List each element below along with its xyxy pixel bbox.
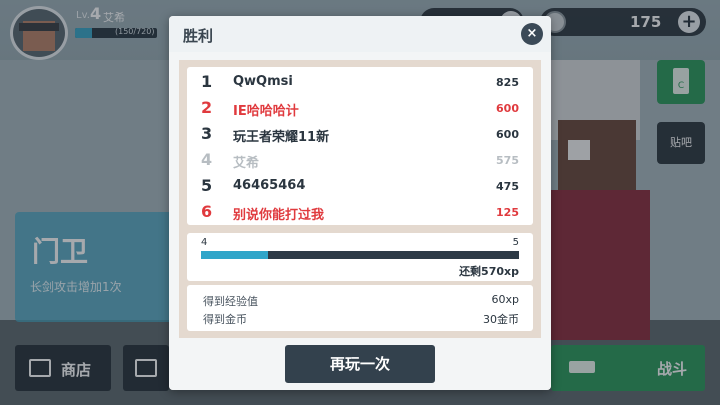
ranking-list: 1 QwQmsi 825 2 IE哈哈哈计 600 3 玩王者荣耀11新 600 4 艾希 575 5 4… <box>187 67 533 225</box>
ranking-row: 3 玩王者荣耀11新 600 <box>187 121 533 147</box>
ranking-row: 2 IE哈哈哈计 600 <box>187 95 533 121</box>
reward-label: 得到金币 <box>203 313 247 326</box>
player-score: 475 <box>496 180 519 193</box>
reward-row: 得到经验值 60xp <box>187 289 533 309</box>
ranking-row: 4 艾希 575 <box>187 147 533 173</box>
player-name: 玩王者荣耀11新 <box>233 130 330 145</box>
ranking-row: 6 别说你能打过我 125 <box>187 199 533 225</box>
rank-number: 5 <box>201 176 213 195</box>
ranking-row: 1 QwQmsi 825 <box>187 69 533 95</box>
rank-number: 1 <box>201 72 213 91</box>
reward-value: 60xp <box>491 293 520 306</box>
reward-row: 得到金币 30金币 <box>187 307 533 327</box>
dialog-header: 胜利 × <box>169 16 551 52</box>
player-name: QwQmsi <box>233 74 293 89</box>
rewards-box: 得到经验值 60xp 得到金币 30金币 <box>187 285 533 331</box>
current-level: 4 <box>201 237 208 248</box>
reward-value: 30金币 <box>483 313 519 326</box>
level-progress: 4 5 还剩570xp <box>187 233 533 281</box>
player-name: 别说你能打过我 <box>233 208 325 223</box>
ranking-row: 5 46465464 475 <box>187 173 533 199</box>
rank-number: 2 <box>201 98 213 117</box>
level-progress-bar <box>201 251 519 259</box>
xp-remaining: 还剩570xp <box>459 265 519 278</box>
player-name: 46465464 <box>233 178 306 193</box>
level-progress-fill <box>201 251 268 259</box>
player-score: 600 <box>496 128 519 141</box>
close-icon[interactable]: × <box>521 23 543 45</box>
victory-dialog: 胜利 × 1 QwQmsi 825 2 IE哈哈哈计 600 3 玩王者荣耀11新 600 4 艾希… <box>169 16 551 390</box>
player-name: IE哈哈哈计 <box>233 104 299 119</box>
play-again-button[interactable]: 再玩一次 <box>285 345 435 383</box>
player-score: 825 <box>496 76 519 89</box>
player-score: 125 <box>496 206 519 219</box>
dialog-title: 胜利 <box>183 27 214 45</box>
rank-number: 6 <box>201 202 213 221</box>
next-level: 5 <box>512 237 519 248</box>
player-score: 600 <box>496 102 519 115</box>
rank-number: 4 <box>201 150 213 169</box>
rank-number: 3 <box>201 124 213 143</box>
player-score: 575 <box>496 154 519 167</box>
player-name: 艾希 <box>233 156 260 171</box>
